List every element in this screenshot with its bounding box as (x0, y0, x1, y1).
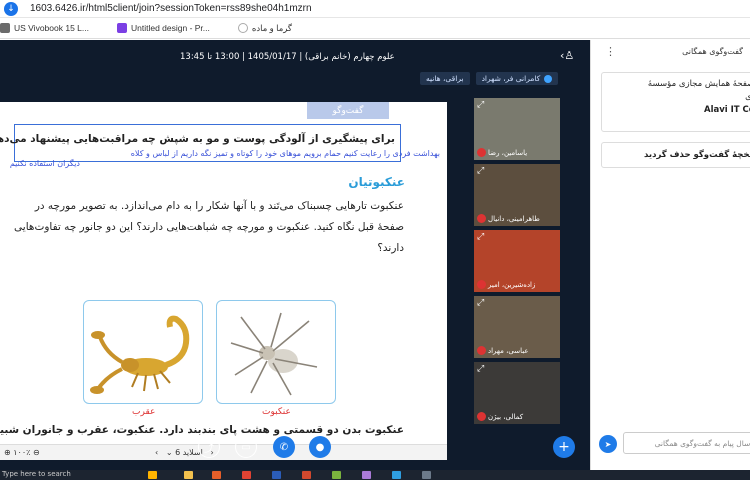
zoom-out-icon[interactable]: ⊖ (33, 448, 40, 457)
participant-name: یاسامین، رضا (488, 149, 528, 157)
chevron-down-icon: ⌄ (165, 448, 173, 457)
app-icon[interactable] (392, 471, 401, 479)
previous-slide-icon[interactable]: ‹ (155, 448, 158, 457)
participant-name: طاهرامینی، دانیال (488, 215, 540, 223)
annotation-text: بهداشت فردی را رعایت کنیم حمام برویم موه… (130, 149, 440, 158)
word-icon[interactable] (272, 471, 281, 479)
send-button[interactable]: ➤ (599, 435, 617, 453)
app-icon[interactable] (212, 471, 221, 479)
meeting-title: علوم چهارم (خانم براقی) | 1405/01/17 | 1… (180, 52, 395, 62)
zoom-control[interactable]: ⊕ ۱۰۰٪ ⊖ (4, 448, 40, 457)
chat-panel: گفت‌وگوی همگانی ⋮ به صفحهٔ همایش مجازی م… (590, 40, 750, 470)
muted-mic-icon (477, 148, 486, 157)
bookmark-item[interactable]: US Vivobook 15 L... (0, 23, 103, 33)
expand-icon[interactable]: ⤢ (477, 364, 484, 374)
download-icon[interactable]: ↓ (4, 1, 18, 16)
video-tile[interactable]: ⤢ عباسی، مهراد (474, 296, 560, 358)
bookmark-icon (0, 23, 10, 33)
welcome-message: به صفحهٔ همایش مجازی مؤسسهٔ علوی Alavi I… (601, 72, 750, 132)
more-options-icon[interactable]: ⋮ (605, 45, 616, 58)
meeting-topbar: علوم چهارم (خانم براقی) | 1405/01/17 | 1… (0, 40, 590, 74)
scorpion-image (83, 300, 203, 404)
taskbar: Type here to search (0, 470, 750, 480)
slide-paragraph: عنکبوت تارهایی چسبناک می‌تَند و با آنها … (14, 200, 404, 254)
url-text[interactable]: 1603.6426.ir/html5client/join?sessionTok… (30, 3, 312, 14)
meeting-area: علوم چهارم (خانم براقی) | 1405/01/17 | 1… (0, 40, 590, 470)
app-icon[interactable] (422, 471, 431, 479)
expand-icon[interactable]: ⤢ (477, 298, 484, 308)
windows-icon[interactable] (148, 471, 157, 479)
slide-tag: گفت‌وگو (307, 102, 389, 119)
spider-image (216, 300, 336, 404)
phone-button[interactable]: ✆ (273, 436, 295, 458)
annotation-text: دیگران استفاده نکنیم (9, 159, 80, 168)
address-bar[interactable]: ↓ 1603.6426.ir/html5client/join?sessionT… (0, 0, 750, 18)
scorpion-caption: عقرب (132, 407, 156, 417)
participant-name: عباسی، مهراد (488, 347, 529, 355)
share-screen-button[interactable]: ⤴ (198, 436, 220, 458)
expand-icon[interactable]: ⤢ (477, 232, 484, 242)
explorer-icon[interactable] (184, 471, 193, 479)
muted-mic-icon (477, 346, 486, 355)
camera-button[interactable]: ▭ (235, 436, 257, 458)
muted-mic-icon (477, 214, 486, 223)
google-icon (237, 23, 248, 33)
participant-name: زاده‌شیرین، امیر (488, 281, 536, 289)
app-icon[interactable] (332, 471, 341, 479)
taskbar-search[interactable]: Type here to search (0, 470, 140, 480)
chat-input[interactable]: ارسال پیام به گفت‌وگوی همگانی (623, 432, 750, 454)
bookmarks-bar: US Vivobook 15 L... Untitled design - Pr… (0, 18, 750, 39)
chrome-icon[interactable] (242, 471, 251, 479)
presentation-slide[interactable]: گفت‌وگو برای پیشگیری از آلودگی پوست و مو… (0, 102, 447, 460)
video-tile[interactable]: ⤢ زاده‌شیرین، امیر (474, 230, 560, 292)
expand-icon[interactable]: ⤢ (477, 100, 484, 110)
slide-navigation: ⊕ ۱۰۰٪ ⊖ ‹ ⌄ اسلاید 6 › (0, 444, 447, 460)
video-tile[interactable]: ⤢ طاهرامینی، دانیال (474, 164, 560, 226)
microphone-button[interactable]: ● (309, 436, 331, 458)
presenter-icon (544, 74, 553, 83)
video-tile[interactable]: ⤢ یاسامین، رضا (474, 98, 560, 160)
slide-question: برای پیشگیری از آلودگی پوست و مو به شپش … (0, 133, 395, 145)
muted-mic-icon (477, 280, 486, 289)
powerpoint-icon[interactable] (302, 471, 311, 479)
users-icon[interactable]: ‹♙ (560, 49, 578, 63)
add-button[interactable]: + (553, 436, 575, 458)
participant-name: کمالی، بیژن (488, 413, 524, 421)
bookmark-item[interactable]: گرما و ماده (237, 23, 306, 34)
expand-icon[interactable]: ⤢ (477, 166, 484, 176)
slide-heading: عنکبوتیان (348, 175, 405, 189)
presenter-chip[interactable]: براقی، هانیه (420, 72, 470, 85)
canva-icon (116, 23, 127, 33)
spider-caption: عنکبوت (262, 407, 291, 417)
presenter-list: کامرانی فر، شهراد براقی، هانیه (420, 72, 559, 86)
app-icon[interactable] (362, 471, 371, 479)
muted-mic-icon (477, 412, 486, 421)
video-tile[interactable]: ⤢ کمالی، بیژن (474, 362, 560, 424)
chat-cleared-message: تاریخچهٔ گفت‌وگو حذف گردید (601, 142, 750, 168)
bookmark-item[interactable]: Untitled design - Pr... (116, 23, 224, 33)
zoom-in-icon[interactable]: ⊕ (4, 448, 11, 457)
presenter-chip[interactable]: کامرانی فر، شهراد (475, 72, 559, 85)
slide-bottom-text: عنکبوت بدن دو قسمتی و هشت پای بندبند دار… (0, 424, 404, 436)
